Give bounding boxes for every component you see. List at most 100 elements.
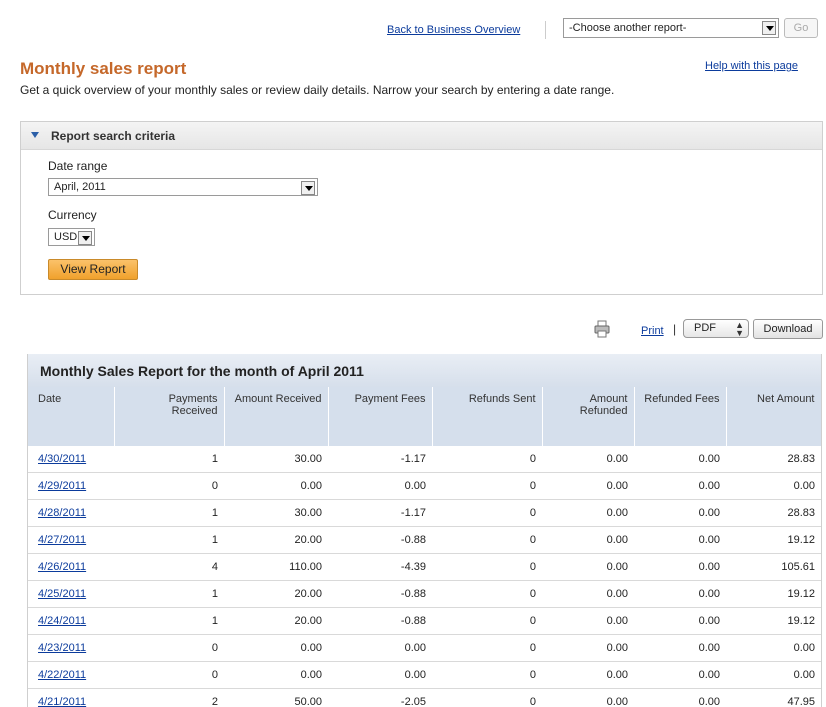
table-cell: 0.00	[634, 499, 726, 527]
date-cell: 4/26/2011	[28, 553, 114, 581]
table-cell: 1	[114, 526, 224, 554]
column-header[interactable]: Refunds Sent	[432, 387, 543, 446]
export-separator: |	[673, 322, 677, 336]
date-link[interactable]: 4/30/2011	[38, 453, 86, 465]
table-cell: 0.00	[634, 661, 726, 689]
date-range-value: April, 2011	[54, 181, 106, 193]
go-button[interactable]: Go	[784, 18, 818, 38]
choose-report-select[interactable]: -Choose another report-	[563, 18, 779, 38]
date-link[interactable]: 4/23/2011	[38, 642, 86, 654]
table-row: 4/21/2011 2 50.00 -2.05 0 0.00 0.00 47.95	[28, 688, 821, 707]
download-button[interactable]: Download	[753, 319, 823, 339]
export-format-value: PDF	[694, 322, 716, 334]
table-cell: 47.95	[726, 688, 821, 707]
currency-label: Currency	[48, 208, 97, 222]
column-header[interactable]: Date	[28, 387, 115, 446]
date-link[interactable]: 4/25/2011	[38, 588, 86, 600]
table-cell: 0.00	[328, 661, 432, 689]
date-cell: 4/29/2011	[28, 472, 114, 500]
table-cell: 110.00	[224, 553, 328, 581]
date-link[interactable]: 4/28/2011	[38, 507, 86, 519]
date-cell: 4/28/2011	[28, 499, 114, 527]
back-to-business-overview-link[interactable]: Back to Business Overview	[387, 24, 520, 36]
triangle-down-icon[interactable]	[31, 132, 39, 138]
date-link[interactable]: 4/26/2011	[38, 561, 86, 573]
table-cell: 50.00	[224, 688, 328, 707]
table-cell: 0	[432, 607, 542, 635]
table-cell: 105.61	[726, 553, 821, 581]
table-cell: 0.00	[542, 661, 634, 689]
table-row: 4/23/2011 0 0.00 0.00 0 0.00 0.00 0.00	[28, 634, 821, 662]
table-row: 4/28/2011 1 30.00 -1.17 0 0.00 0.00 28.83	[28, 499, 821, 527]
table-cell: 0	[432, 661, 542, 689]
date-range-label: Date range	[48, 159, 108, 173]
table-cell: 19.12	[726, 526, 821, 554]
table-row: 4/27/2011 1 20.00 -0.88 0 0.00 0.00 19.12	[28, 526, 821, 554]
column-header[interactable]: Amount Refunded	[542, 387, 635, 446]
column-header[interactable]: Net Amount	[726, 387, 821, 446]
table-cell: 0	[432, 499, 542, 527]
date-cell: 4/27/2011	[28, 526, 114, 554]
table-cell: 1	[114, 446, 224, 473]
table-cell: 0.00	[726, 634, 821, 662]
choose-report-value: -Choose another report-	[569, 22, 687, 34]
printer-icon[interactable]	[594, 320, 610, 338]
print-link[interactable]: Print	[641, 325, 664, 337]
table-cell: 0.00	[634, 472, 726, 500]
date-link[interactable]: 4/24/2011	[38, 615, 86, 627]
table-cell: 0.00	[542, 499, 634, 527]
report-search-criteria-panel: Report search criteria Date range April,…	[20, 121, 823, 295]
table-cell: 0	[432, 688, 542, 707]
date-cell: 4/25/2011	[28, 580, 114, 608]
table-cell: 28.83	[726, 499, 821, 527]
currency-select[interactable]: USD	[48, 228, 95, 246]
date-link[interactable]: 4/29/2011	[38, 480, 86, 492]
chevron-down-icon	[78, 231, 92, 245]
chevron-down-icon	[301, 181, 315, 195]
top-navigation-bar: Back to Business Overview -Choose anothe…	[0, 18, 826, 44]
table-cell: 0.00	[542, 688, 634, 707]
table-cell: 0.00	[542, 472, 634, 500]
criteria-panel-title: Report search criteria	[51, 129, 176, 143]
column-header[interactable]: Refunded Fees	[634, 387, 727, 446]
table-cell: 0.00	[634, 634, 726, 662]
table-cell: 0.00	[726, 661, 821, 689]
table-cell: 0.00	[224, 634, 328, 662]
table-cell: 30.00	[224, 499, 328, 527]
table-cell: 2	[114, 688, 224, 707]
table-cell: 0.00	[328, 472, 432, 500]
table-cell: 0	[432, 526, 542, 554]
table-title-bar: Monthly Sales Report for the month of Ap…	[28, 354, 821, 387]
date-link[interactable]: 4/27/2011	[38, 534, 86, 546]
date-link[interactable]: 4/22/2011	[38, 669, 86, 681]
table-cell: 0.00	[542, 634, 634, 662]
table-cell: 0	[114, 472, 224, 500]
table-row: 4/25/2011 1 20.00 -0.88 0 0.00 0.00 19.12	[28, 580, 821, 608]
export-format-select[interactable]: PDF ▲ ▼	[683, 319, 749, 338]
table-cell: -2.05	[328, 688, 432, 707]
table-cell: 19.12	[726, 580, 821, 608]
table-cell: 0.00	[634, 580, 726, 608]
table-cell: -0.88	[328, 607, 432, 635]
page-title: Monthly sales report	[20, 59, 187, 78]
column-header[interactable]: Payments Received	[114, 387, 225, 446]
table-row: 4/26/2011 4 110.00 -4.39 0 0.00 0.00 105.61	[28, 553, 821, 581]
date-cell: 4/30/2011	[28, 446, 114, 473]
date-link[interactable]: 4/21/2011	[38, 696, 86, 707]
column-header[interactable]: Payment Fees	[328, 387, 433, 446]
table-cell: 1	[114, 580, 224, 608]
criteria-panel-header[interactable]: Report search criteria	[21, 122, 822, 150]
table-cell: 0	[432, 472, 542, 500]
table-title: Monthly Sales Report for the month of Ap…	[40, 363, 364, 379]
help-link[interactable]: Help with this page	[705, 60, 798, 72]
table-cell: -1.17	[328, 446, 432, 473]
table-cell: 0.00	[542, 553, 634, 581]
table-cell: 20.00	[224, 526, 328, 554]
table-cell: 0.00	[634, 446, 726, 473]
column-header[interactable]: Amount Received	[224, 387, 329, 446]
date-cell: 4/21/2011	[28, 688, 114, 707]
date-cell: 4/22/2011	[28, 661, 114, 689]
date-range-select[interactable]: April, 2011	[48, 178, 318, 196]
table-cell: 0.00	[542, 446, 634, 473]
view-report-button[interactable]: View Report	[48, 259, 138, 280]
